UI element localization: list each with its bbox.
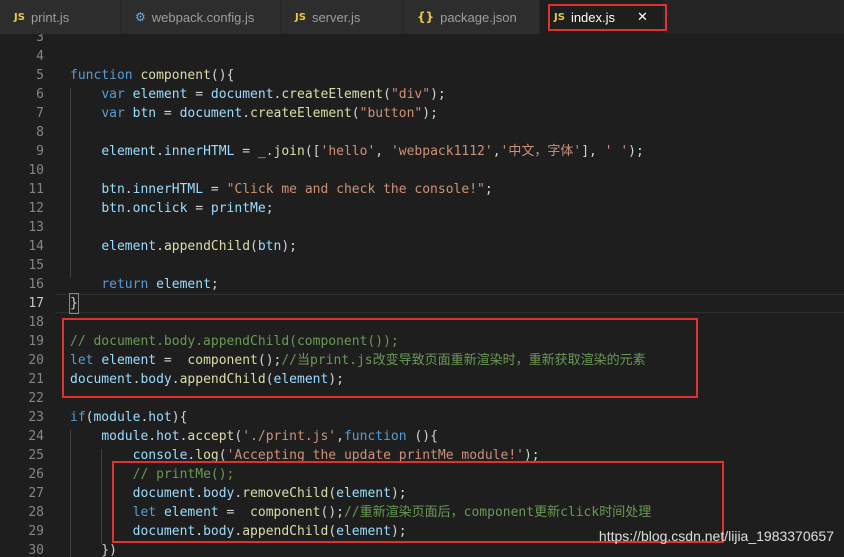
code-text: return element; [101,277,219,292]
tab-label: webpack.config.js [151,9,255,25]
code-text: btn.innerHTML = "Click me and check the … [101,182,493,197]
line-number: 24 [28,429,44,444]
javascript-file-icon: JS [14,11,25,23]
code-line: 3 [0,34,844,47]
line-number: 12 [28,201,44,216]
line-number: 17 [28,296,44,311]
code-text: if(module.hot){ [70,410,188,425]
code-text: var element = document.createElement("di… [101,87,446,102]
line-number: 3 [36,34,44,45]
code-line: 4 [0,47,844,66]
line-number: 13 [28,220,44,235]
line-number: 29 [28,524,44,539]
watermark: https://blog.csdn.net/lijia_1983370657 [598,528,834,544]
code-text: element.innerHTML = _.join(['hello', 'we… [101,144,644,159]
code-text: }) [70,543,117,557]
code-line: 16 return element; [0,275,844,294]
webpack-config-icon: ⚙ [135,10,146,24]
line-number: 9 [36,144,44,159]
line-number: 21 [28,372,44,387]
line-number: 22 [28,391,44,406]
line-number: 10 [28,163,44,178]
tab-print-js[interactable]: JS print.js [0,0,121,34]
line-number: 25 [28,448,44,463]
tab-server-js[interactable]: JS server.js [281,0,403,34]
code-line: 14 element.appendChild(btn); [0,237,844,256]
line-number: 20 [28,353,44,368]
line-number: 6 [36,87,44,102]
code-line: 6 var element = document.createElement("… [0,85,844,104]
code-text: var btn = document.createElement("button… [101,106,438,121]
tab-package-json[interactable]: {} package.json [403,0,540,34]
code-text: module.hot.accept('./print.js',function … [101,429,438,444]
tab-label: server.js [311,9,361,25]
code-text: element.appendChild(btn); [101,239,297,254]
line-number: 18 [28,315,44,330]
tab-label: print.js [30,9,70,25]
code-editor[interactable]: 3 4 5 function component(){ 6 var element… [0,34,844,557]
code-line: 11 btn.innerHTML = "Click me and check t… [0,180,844,199]
line-number: 16 [28,277,44,292]
annotation-box-active-tab [548,4,667,31]
code-line: 23 if(module.hot){ [0,408,844,427]
json-file-icon: {} [417,10,435,24]
code-line: 8 [0,123,844,142]
code-line: 13 [0,218,844,237]
line-number: 15 [28,258,44,273]
line-number: 7 [36,106,44,121]
tab-webpack-config-js[interactable]: ⚙ webpack.config.js [121,0,281,34]
code-line: 5 function component(){ [0,66,844,85]
annotation-box-lines-19-21 [62,318,698,398]
tab-label: package.json [440,9,517,25]
line-number: 14 [28,239,44,254]
code-line: 12 btn.onclick = printMe; [0,199,844,218]
code-line-current: 17} [0,293,844,314]
code-text: } [69,293,79,314]
line-number: 28 [28,505,44,520]
code-line: 24 module.hot.accept('./print.js',functi… [0,427,844,446]
line-number: 19 [28,334,44,349]
current-line-highlight [55,294,844,313]
line-number: 4 [36,49,44,64]
code-line: 9 element.innerHTML = _.join(['hello', '… [0,142,844,161]
code-line: 15 [0,256,844,275]
line-number: 30 [28,543,44,557]
line-number: 11 [28,182,44,197]
code-line: 7 var btn = document.createElement("butt… [0,104,844,123]
code-text: function component(){ [70,68,235,83]
javascript-file-icon: JS [295,11,306,23]
code-text: btn.onclick = printMe; [101,201,274,216]
code-line: 10 [0,161,844,180]
line-number: 8 [36,125,44,140]
line-number: 23 [28,410,44,425]
line-number: 5 [36,68,44,83]
line-number: 27 [28,486,44,501]
editor-tab-bar: JS print.js ⚙ webpack.config.js JS serve… [0,0,844,34]
line-number: 26 [28,467,44,482]
